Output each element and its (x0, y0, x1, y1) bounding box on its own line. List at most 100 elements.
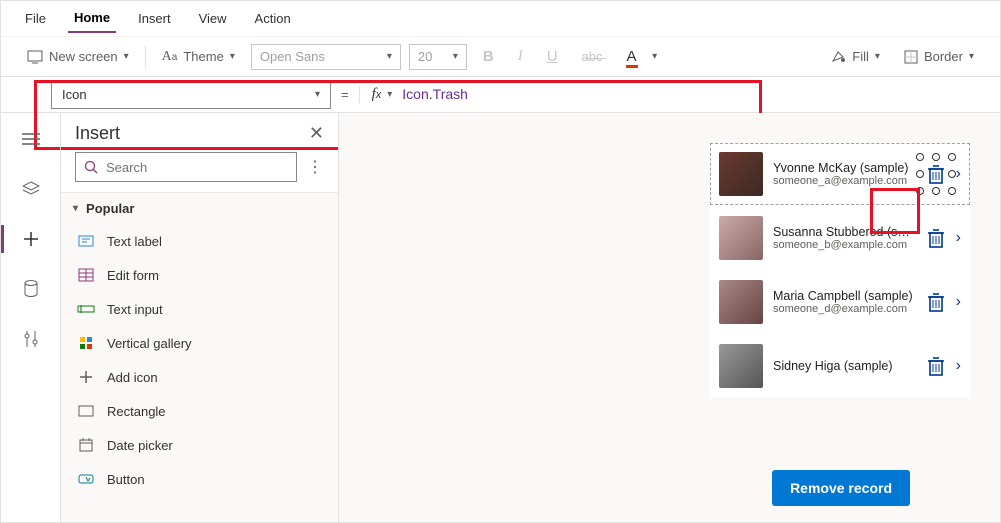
sliders-icon (23, 330, 39, 348)
screen-icon (27, 50, 43, 64)
chevron-down-icon: ▾ (652, 51, 657, 62)
chevron-right-icon[interactable]: › (956, 357, 961, 375)
row-name: Yvonne McKay (sample) (773, 161, 916, 175)
trash-icon[interactable] (926, 227, 946, 249)
panel-title: Insert (75, 123, 120, 144)
row-name: Susanna Stubberod (sample) (773, 225, 916, 239)
bold-button[interactable]: B (475, 44, 502, 69)
gallery-row[interactable]: Susanna Stubberod (sample)someone_b@exam… (710, 207, 970, 269)
border-label: Border (924, 49, 963, 64)
left-rail (1, 113, 61, 522)
insert-item-edit-form[interactable]: Edit form (61, 258, 338, 292)
rail-settings[interactable] (13, 321, 49, 357)
search-box[interactable] (75, 152, 297, 182)
avatar (719, 344, 763, 388)
chevron-right-icon[interactable]: › (956, 229, 961, 247)
insert-item-label: Button (107, 472, 145, 487)
gallery-row[interactable]: Maria Campbell (sample)someone_d@example… (710, 271, 970, 333)
chevron-down-icon: ▾ (387, 51, 392, 62)
equals-sign: = (331, 87, 359, 102)
app-canvas[interactable]: Yvonne McKay (sample)someone_a@example.c… (339, 113, 1000, 522)
chevron-down-icon: ▾ (73, 203, 78, 214)
menu-file[interactable]: File (19, 5, 52, 32)
fill-icon (830, 50, 846, 64)
insert-item-button[interactable]: Button (61, 462, 338, 496)
property-dropdown[interactable]: Icon ▾ (51, 81, 331, 109)
theme-icon: Aa (162, 49, 178, 65)
separator (145, 46, 146, 68)
search-input[interactable] (106, 160, 288, 175)
chevron-down-icon: ▾ (969, 51, 974, 62)
fontsize-select[interactable]: 20 ▾ (409, 44, 467, 70)
button-icon (77, 470, 95, 488)
rail-tree[interactable] (13, 171, 49, 207)
fill-button[interactable]: Fill ▾ (822, 45, 888, 68)
gallery-row[interactable]: Yvonne McKay (sample)someone_a@example.c… (710, 143, 970, 205)
category-header[interactable]: ▾ Popular (61, 193, 338, 224)
chevron-down-icon: ▾ (453, 51, 458, 62)
insert-item-label: Add icon (107, 370, 158, 385)
insert-item-label: Vertical gallery (107, 336, 192, 351)
insert-item-date-picker[interactable]: Date picker (61, 428, 338, 462)
chevron-down-icon: ▾ (124, 51, 129, 62)
text-input-icon (77, 300, 95, 318)
chevron-down-icon[interactable]: ▾ (387, 89, 402, 100)
chevron-down-icon: ▾ (230, 51, 235, 62)
search-icon (84, 160, 98, 174)
row-email: someone_d@example.com (773, 303, 916, 315)
trash-icon[interactable] (926, 355, 946, 377)
insert-item-text-label[interactable]: Text label (61, 224, 338, 258)
strike-button[interactable]: a̶b̶c̶ (574, 45, 611, 68)
menu-action[interactable]: Action (249, 5, 297, 32)
more-icon[interactable]: ⋮ (307, 157, 324, 177)
chevron-down-icon: ▾ (875, 51, 880, 62)
insert-item-label: Text label (107, 234, 162, 249)
insert-item-rectangle[interactable]: Rectangle (61, 394, 338, 428)
border-icon (904, 50, 918, 64)
fill-label: Fill (852, 49, 869, 64)
add-icon-icon (77, 368, 95, 386)
fontcolor-button[interactable]: A ▾ (619, 44, 666, 69)
theme-button[interactable]: Aa Theme ▾ (154, 45, 243, 69)
insert-item-label: Edit form (107, 268, 159, 283)
rail-insert[interactable] (13, 221, 49, 257)
property-label: Icon (62, 87, 87, 102)
insert-item-vertical-gallery[interactable]: Vertical gallery (61, 326, 338, 360)
insert-item-label: Rectangle (107, 404, 166, 419)
insert-panel: Insert ✕ ⋮ ▾ Popular Text label Edit for… (61, 113, 339, 522)
row-name: Sidney Higa (sample) (773, 359, 916, 373)
row-name: Maria Campbell (sample) (773, 289, 916, 303)
trash-icon[interactable] (926, 163, 946, 185)
new-screen-button[interactable]: New screen ▾ (19, 45, 137, 68)
gallery-control[interactable]: Yvonne McKay (sample)someone_a@example.c… (710, 143, 970, 397)
close-icon[interactable]: ✕ (309, 123, 324, 144)
avatar (719, 216, 763, 260)
insert-item-label: Date picker (107, 438, 173, 453)
border-button[interactable]: Border ▾ (896, 45, 982, 68)
chevron-right-icon[interactable]: › (956, 165, 961, 183)
insert-list: ▾ Popular Text label Edit form Text inpu… (61, 192, 338, 522)
row-email: someone_a@example.com (773, 175, 916, 187)
underline-button[interactable]: U (539, 44, 566, 69)
chevron-right-icon[interactable]: › (956, 293, 961, 311)
format-toolbar: New screen ▾ Aa Theme ▾ Open Sans ▾ 20 ▾… (1, 37, 1000, 77)
calendar-icon (77, 436, 95, 454)
font-select[interactable]: Open Sans ▾ (251, 44, 401, 70)
avatar (719, 152, 763, 196)
insert-item-text-input[interactable]: Text input (61, 292, 338, 326)
insert-item-add-icon[interactable]: Add icon (61, 360, 338, 394)
layers-icon (22, 181, 40, 197)
font-name: Open Sans (260, 49, 325, 64)
menu-insert[interactable]: Insert (132, 5, 177, 32)
rail-hamburger[interactable] (13, 121, 49, 157)
new-screen-label: New screen (49, 49, 118, 64)
rail-data[interactable] (13, 271, 49, 307)
menu-home[interactable]: Home (68, 4, 116, 33)
formula-input[interactable]: Icon.Trash (402, 86, 468, 104)
remove-record-button[interactable]: Remove record (772, 470, 910, 506)
italic-button[interactable]: I (510, 44, 531, 69)
gallery-row[interactable]: Sidney Higa (sample) › (710, 335, 970, 397)
menu-view[interactable]: View (193, 5, 233, 32)
fx-icon[interactable]: fx (359, 86, 388, 103)
trash-icon[interactable] (926, 291, 946, 313)
